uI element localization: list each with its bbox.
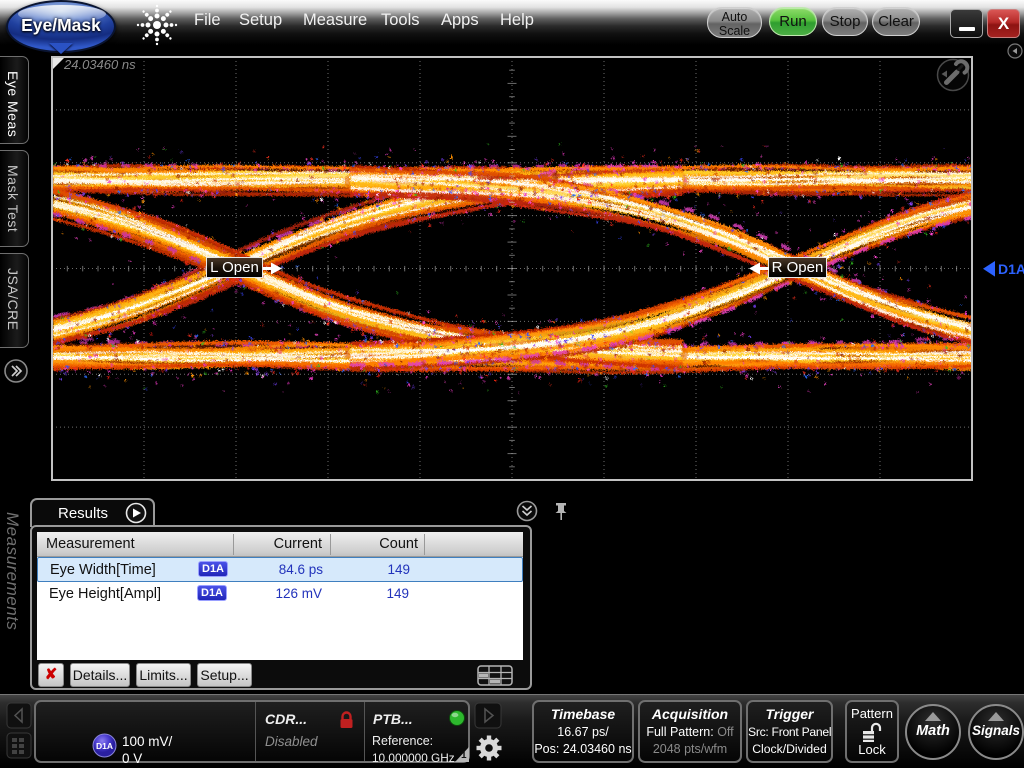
svg-text:D1A: D1A: [96, 741, 113, 751]
